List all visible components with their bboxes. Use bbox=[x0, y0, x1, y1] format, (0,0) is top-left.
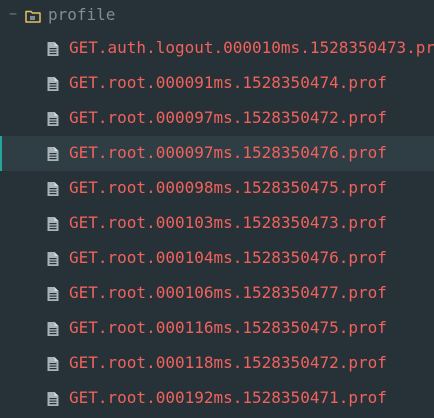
folder-label: profile bbox=[48, 5, 116, 24]
file-icon bbox=[46, 251, 60, 267]
collapse-toggle[interactable]: − bbox=[6, 8, 20, 22]
file-list: GET.auth.logout.000010ms.1528350473.prof… bbox=[0, 31, 434, 416]
file-icon bbox=[46, 286, 60, 302]
file-icon bbox=[46, 41, 60, 57]
file-row-6[interactable]: GET.root.000104ms.1528350476.prof bbox=[0, 241, 434, 276]
folder-icon bbox=[25, 8, 41, 23]
file-tree: − profile GET.auth.logout.000010ms.15283… bbox=[0, 0, 434, 418]
file-row-2[interactable]: GET.root.000097ms.1528350472.prof bbox=[0, 101, 434, 136]
file-row-10[interactable]: GET.root.000192ms.1528350471.prof bbox=[0, 381, 434, 416]
file-icon bbox=[46, 356, 60, 372]
file-name: GET.root.000116ms.1528350475.prof bbox=[69, 318, 387, 337]
file-name: GET.auth.logout.000010ms.1528350473.prof bbox=[69, 38, 434, 57]
file-icon bbox=[46, 111, 60, 127]
file-row-3[interactable]: GET.root.000097ms.1528350476.prof bbox=[0, 136, 434, 171]
file-icon bbox=[46, 76, 60, 92]
file-icon bbox=[46, 181, 60, 197]
file-row-0[interactable]: GET.auth.logout.000010ms.1528350473.prof bbox=[0, 31, 434, 66]
file-name: GET.root.000106ms.1528350477.prof bbox=[69, 283, 387, 302]
file-icon bbox=[46, 391, 60, 407]
file-name: GET.root.000091ms.1528350474.prof bbox=[69, 73, 387, 92]
file-name: GET.root.000104ms.1528350476.prof bbox=[69, 248, 387, 267]
file-icon bbox=[46, 321, 60, 337]
file-name: GET.root.000118ms.1528350472.prof bbox=[69, 353, 387, 372]
file-row-1[interactable]: GET.root.000091ms.1528350474.prof bbox=[0, 66, 434, 101]
file-name: GET.root.000097ms.1528350476.prof bbox=[69, 143, 387, 162]
file-name: GET.root.000103ms.1528350473.prof bbox=[69, 213, 387, 232]
folder-row-profile[interactable]: − profile bbox=[0, 0, 434, 30]
file-row-8[interactable]: GET.root.000116ms.1528350475.prof bbox=[0, 311, 434, 346]
file-name: GET.root.000192ms.1528350471.prof bbox=[69, 388, 387, 407]
file-icon bbox=[46, 146, 60, 162]
file-row-7[interactable]: GET.root.000106ms.1528350477.prof bbox=[0, 276, 434, 311]
file-row-4[interactable]: GET.root.000098ms.1528350475.prof bbox=[0, 171, 434, 206]
file-icon bbox=[46, 216, 60, 232]
file-row-9[interactable]: GET.root.000118ms.1528350472.prof bbox=[0, 346, 434, 381]
file-row-5[interactable]: GET.root.000103ms.1528350473.prof bbox=[0, 206, 434, 241]
file-name: GET.root.000098ms.1528350475.prof bbox=[69, 178, 387, 197]
file-name: GET.root.000097ms.1528350472.prof bbox=[69, 108, 387, 127]
